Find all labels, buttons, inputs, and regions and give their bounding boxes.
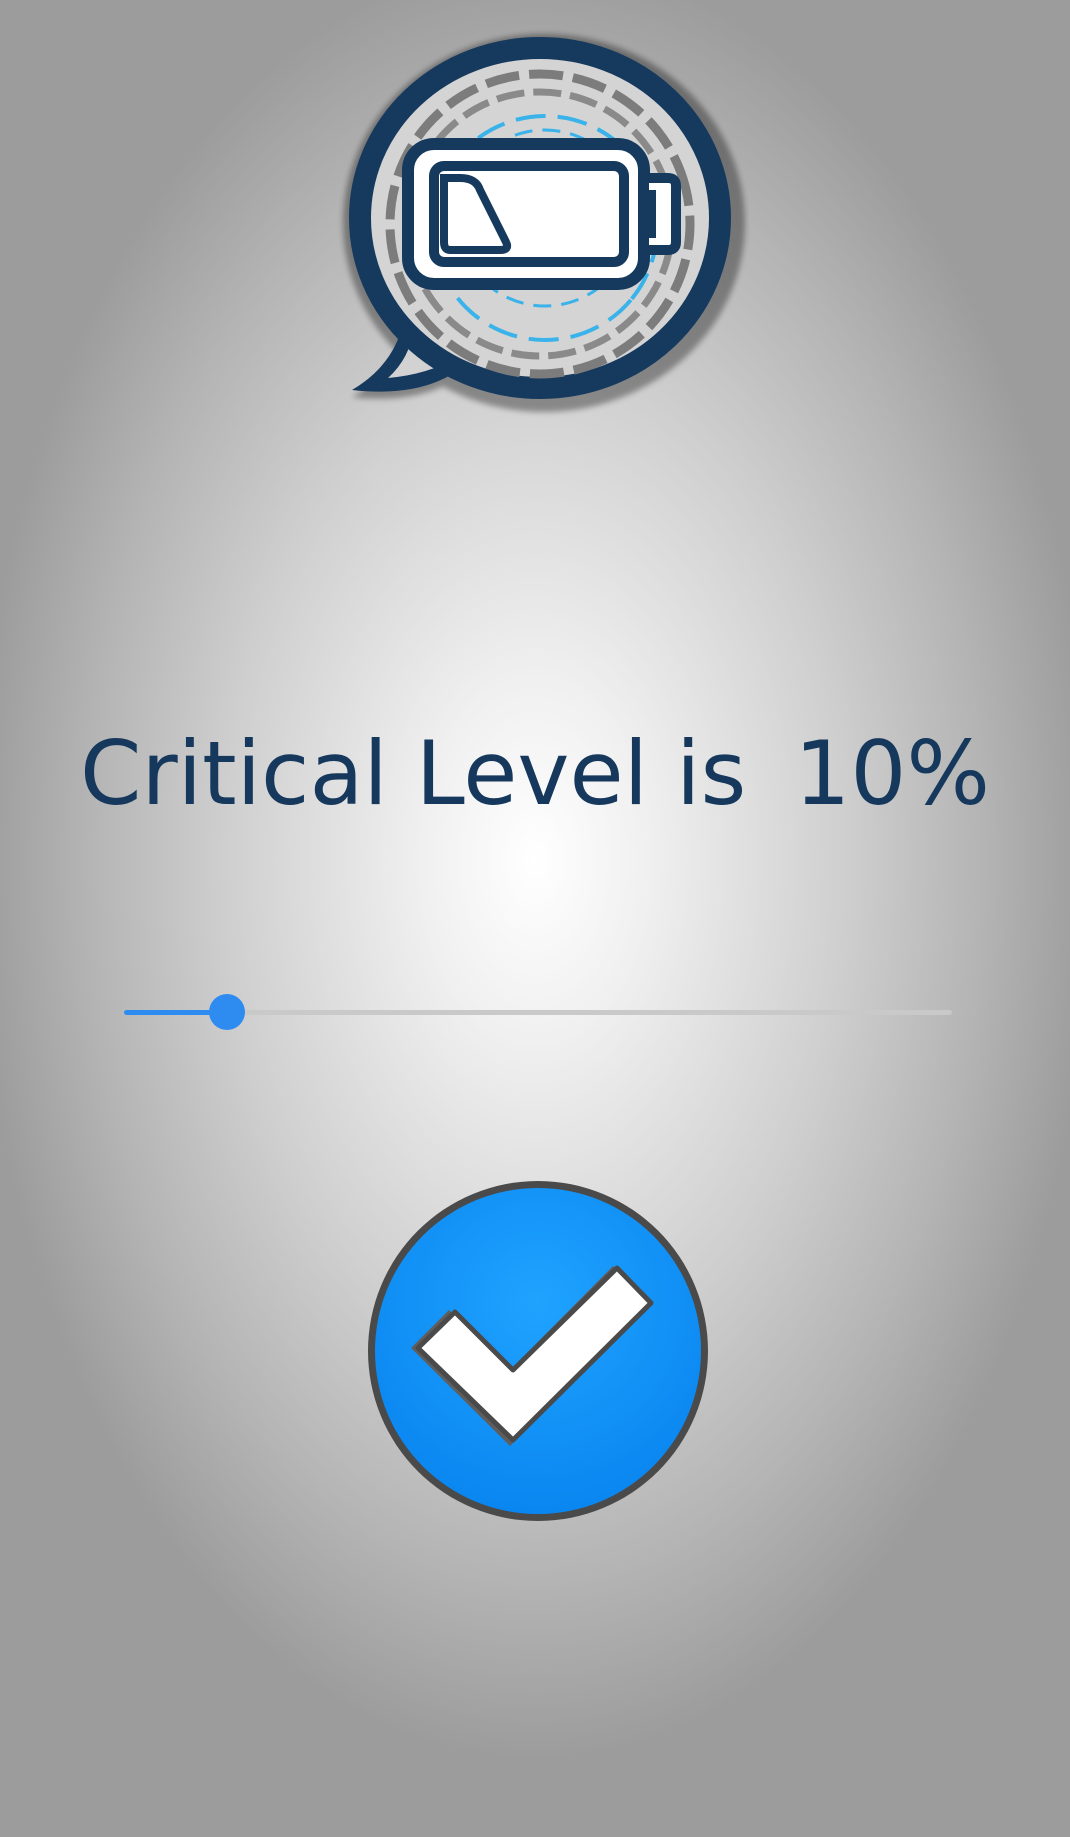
critical-level-heading: Critical Level is 10% bbox=[0, 722, 1070, 826]
checkmark-icon bbox=[368, 1181, 708, 1521]
slider-track[interactable] bbox=[124, 1010, 952, 1015]
confirm-button[interactable] bbox=[363, 1176, 713, 1526]
slider-thumb[interactable] bbox=[209, 994, 245, 1030]
battery-logo-icon bbox=[330, 28, 750, 418]
critical-level-value: 10% bbox=[794, 722, 990, 825]
critical-level-slider[interactable] bbox=[124, 988, 952, 1036]
critical-level-label: Critical Level is bbox=[80, 722, 747, 825]
